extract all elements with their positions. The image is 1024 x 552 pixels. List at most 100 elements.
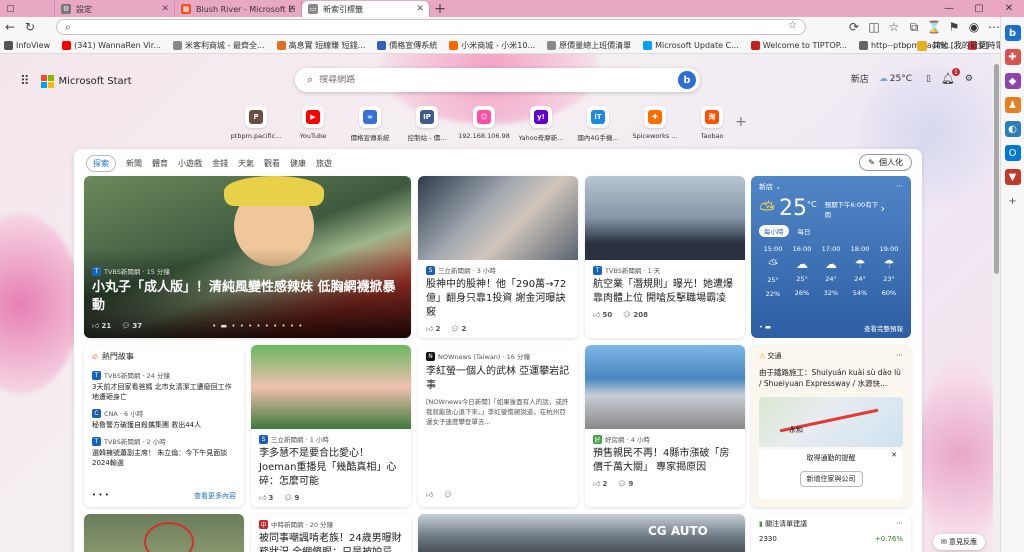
close-tab-icon[interactable]: ✕ <box>416 4 424 14</box>
trending-item[interactable]: T TVBS新聞網 · 2 小時 選韓擁號蕭副主席！ 朱立倫：今下午見面談2024… <box>92 436 236 468</box>
outlook-icon[interactable]: O <box>1004 145 1021 161</box>
tab-addons[interactable]: ▦ Blush River - Microsoft Edge Add-ons ✕ <box>175 1 302 17</box>
nav-tab-health[interactable]: 健康 <box>290 155 306 172</box>
tab-daily[interactable]: 每日 <box>795 225 814 237</box>
quicklink-item[interactable]: y! Yahoo奇摩新... <box>515 106 567 142</box>
quicklink-item[interactable]: ☺ 192.168.106.98 <box>458 106 510 142</box>
bing-chat-icon[interactable]: b <box>678 71 696 89</box>
news-title[interactable]: 李紅螢一個人的武林 亞運攀岩記事 <box>426 365 570 393</box>
refresh-page-icon[interactable]: ⟳ <box>844 17 864 37</box>
comment-button[interactable]: 💬︎ <box>443 491 452 499</box>
quicklink-item[interactable]: IP 控制站 - 價... <box>401 106 453 142</box>
weather-card[interactable]: 新店 ⌄ ⋯ ⛅︎ 25 °C 預期下午6:00有下雨 › 每小時 每日 15:… <box>751 176 911 338</box>
nav-tab-games[interactable]: 小遊戲 <box>178 155 202 172</box>
add-sidebar-icon[interactable]: + <box>1005 193 1021 209</box>
tab-newtab[interactable]: ▭ 新索引標籤 ✕ <box>302 1 430 17</box>
history-icon[interactable]: ⌛ <box>924 17 944 37</box>
more-dots-icon[interactable]: • • • <box>92 491 109 501</box>
bookmark-item[interactable]: Microsoft Update C... <box>643 40 739 50</box>
new-tab-button[interactable]: + <box>430 1 450 17</box>
traffic-card[interactable]: ⚠ 交通 ⋯ 由于鐵路施工：Shuiyuán kuài sù dào lù / … <box>751 345 911 507</box>
other-favorites[interactable]: › 其他 [我的最愛] <box>904 37 989 54</box>
tab-actions-icon[interactable]: ▢ <box>6 4 15 14</box>
bookmark-item[interactable]: 米客利商城 - 最齊全... <box>172 40 265 51</box>
favorite-star-icon[interactable]: ☆ <box>788 20 797 31</box>
more-options-icon[interactable]: ⋯ <box>896 519 903 529</box>
tab-settings[interactable]: ⚙ 設定 ✕ <box>55 1 175 17</box>
nav-tab-discover[interactable]: 探索 <box>86 155 116 172</box>
news-title[interactable]: 預售親民不再！4縣市漲破「房價千萬大關」 專家揭原因 <box>593 447 737 475</box>
trending-item[interactable]: T TVBS新聞網 · 24 分鐘 3天前才回家看爸媽 北市女清潔工遭廢回工作地遭… <box>92 370 236 402</box>
news-card[interactable]: 好好房網 · 4 小時 預售親民不再！4縣市漲破「房價千萬大關」 專家揭原因 👍… <box>585 345 745 507</box>
extensions-icon[interactable]: ⚑ <box>944 17 964 37</box>
comment-button[interactable]: 💬︎ 208 <box>622 311 648 319</box>
traffic-map[interactable]: 永和 <box>759 397 903 447</box>
tablet-icon[interactable]: ▯ <box>926 74 931 84</box>
close-tab-icon[interactable]: ✕ <box>161 4 169 14</box>
add-home-work-button[interactable]: 新增住家與公司 <box>799 471 863 487</box>
news-title[interactable]: 股神中的股神！他「290萬→72億」翻身只靠1投資 謝金河曝訣竅 <box>426 278 570 320</box>
minimize-button[interactable]: — <box>934 0 964 17</box>
split-screen-icon[interactable]: ◫ <box>864 17 884 37</box>
news-card[interactable]: T TVBS新聞網 · 1 天 航空業「潛規則」曝光！她遭爆靠肉體上位 開嗆反擊職… <box>585 176 745 338</box>
hero-title[interactable]: 小丸子「成人版」！清純風變性感辣妹 低胸網襪掀暴動 <box>92 279 403 315</box>
like-button[interactable]: 👍︎ <box>426 490 433 499</box>
news-card[interactable]: S 三立新聞網 · 3 小時 股神中的股神！他「290萬→72億」翻身只靠1投資 … <box>418 176 578 338</box>
nav-tab-travel[interactable]: 旅遊 <box>316 155 332 172</box>
like-button[interactable]: 👍︎ 21 <box>92 321 111 330</box>
trending-item[interactable]: C CNA · 6 小時 秘魯警方破獲自殺攜集團 救出44人 <box>92 408 236 430</box>
tools-icon[interactable]: ✚ <box>1004 49 1021 65</box>
shopping-icon[interactable]: ◆ <box>1004 73 1021 89</box>
like-button[interactable]: 👍︎ 50 <box>593 310 612 319</box>
comment-button[interactable]: 💬︎ 37 <box>121 322 142 330</box>
quicklink-item[interactable]: ∞ 價格宣傳系統 <box>344 106 396 142</box>
location-label[interactable]: 新店 <box>851 72 869 85</box>
temperature-label[interactable]: 25°C <box>890 74 912 84</box>
bookmark-item[interactable]: 原價量總上班價清單 <box>547 40 631 51</box>
comment-button[interactable]: 💬︎ 9 <box>283 494 299 502</box>
see-more-link[interactable]: 查看更多內容 <box>194 491 236 501</box>
news-card[interactable]: CG AUTO <box>418 514 745 552</box>
chevron-right-icon[interactable]: › <box>904 41 907 50</box>
close-window-button[interactable]: ✕ <box>994 0 1024 17</box>
quicklink-item[interactable]: Pptbpm.pacific... <box>230 106 282 142</box>
ms-start-title[interactable]: Microsoft Start <box>59 76 132 87</box>
full-forecast-link[interactable]: 查看完整預報 <box>864 323 903 333</box>
news-title[interactable]: 被同事嘲諷啃老族！24歲男曝財務狀況 全網傻眼：只是被妒忌 <box>259 532 403 552</box>
nav-tab-sports[interactable]: 體育 <box>152 155 168 172</box>
close-icon[interactable]: ✕ <box>891 451 897 459</box>
comment-button[interactable]: 💬︎ 2 <box>450 325 466 333</box>
back-icon[interactable]: ← <box>0 17 20 37</box>
bookmark-item[interactable]: (341) WannaRen Vir... <box>62 40 161 50</box>
web-search-box[interactable]: ⌕ b <box>295 68 700 92</box>
more-options-icon[interactable]: ⋯ <box>896 182 903 192</box>
add-quicklink-button[interactable]: + <box>735 114 747 130</box>
quicklink-item[interactable]: iT 國內4G手機... <box>572 106 624 142</box>
news-card[interactable]: N NOWnews (Taiwan) · 16 分鐘 李紅螢一個人的武林 亞運攀岩… <box>418 345 578 507</box>
news-card[interactable] <box>84 514 244 552</box>
address-input[interactable] <box>74 22 805 32</box>
personalize-button[interactable]: ✎ 個人化 <box>859 154 912 171</box>
nav-tab-news[interactable]: 新聞 <box>126 155 142 172</box>
chevron-right-icon[interactable]: › <box>881 202 885 215</box>
more-options-icon[interactable]: ⋯ <box>896 351 903 361</box>
like-button[interactable]: 👍︎ 2 <box>426 324 440 333</box>
nav-tab-watch[interactable]: 觀看 <box>264 155 280 172</box>
office-icon[interactable]: ◐ <box>1004 121 1021 137</box>
watchlist-card[interactable]: ▮ 關注清單建議 ⋯ 2330 +0.76% <box>751 514 911 552</box>
bookmark-item[interactable]: 小米商城 - 小米10... <box>449 40 535 51</box>
feedback-button[interactable]: ✉ 意見反應 <box>932 534 985 550</box>
tab-actions[interactable]: ▢ <box>0 0 55 17</box>
news-title[interactable]: 航空業「潛規則」曝光！她遭爆靠肉體上位 開嗆反擊職場霸凌 <box>593 278 737 306</box>
maximize-button[interactable]: ▢ <box>964 0 994 17</box>
bookmark-item[interactable]: 高息實 短線賺 短錢... <box>276 40 365 51</box>
news-card[interactable]: S 三立新聞網 · 1 小時 李多慧不是要合比愛心！Joeman重播見「幾酷真相」… <box>251 345 411 507</box>
web-search-input[interactable] <box>319 75 678 85</box>
quicklink-item[interactable]: ▶ YouTube <box>287 106 339 142</box>
page-scrollbar[interactable] <box>993 54 1000 552</box>
close-tab-icon[interactable]: ✕ <box>288 4 296 14</box>
quicklink-item[interactable]: 淘 Taobao <box>686 106 738 142</box>
traffic-alert[interactable]: 由于鐵路施工：Shuiyuán kuài sù dào lù / Shueiyu… <box>759 367 903 389</box>
carousel-dots[interactable]: • ▬ • • • • • • • • • <box>212 322 303 330</box>
like-button[interactable]: 👍︎ 2 <box>593 479 607 488</box>
